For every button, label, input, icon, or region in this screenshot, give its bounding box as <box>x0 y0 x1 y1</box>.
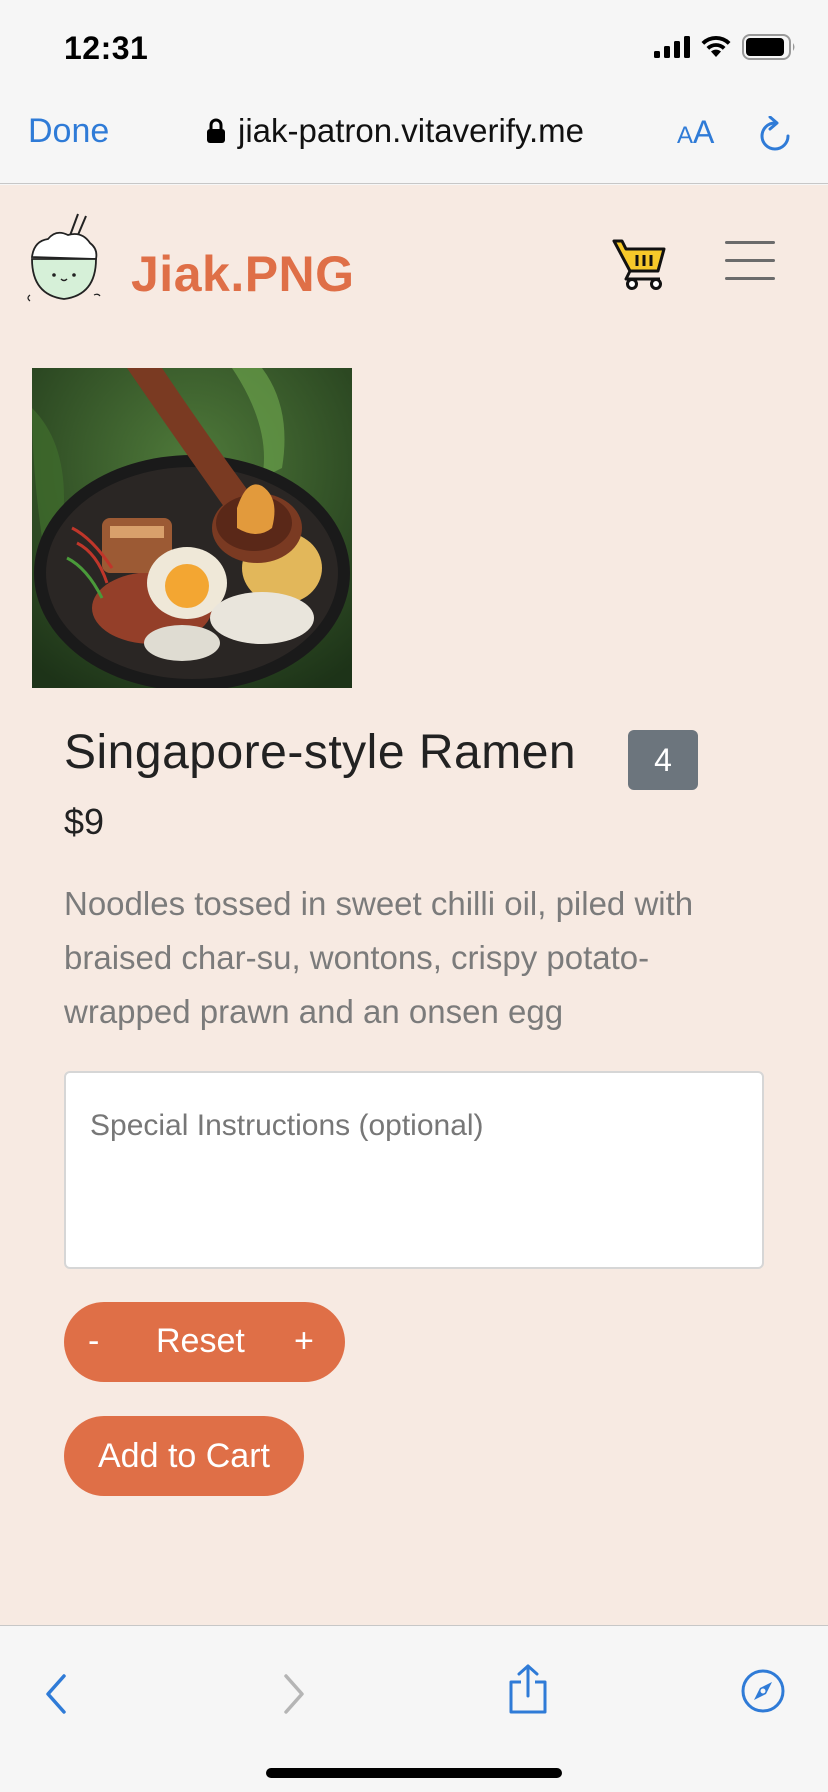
brand-name[interactable]: Jiak.PNG <box>131 245 355 303</box>
reset-button[interactable]: Reset <box>156 1322 245 1361</box>
battery-icon <box>742 34 795 60</box>
share-icon[interactable] <box>507 1664 549 1714</box>
add-to-cart-button[interactable]: Add to Cart <box>64 1416 304 1496</box>
reload-icon[interactable] <box>758 116 792 154</box>
shopping-cart-icon[interactable] <box>612 237 668 291</box>
home-indicator <box>266 1768 562 1778</box>
url-field[interactable]: jiak-patron.vitaverify.me <box>206 112 584 150</box>
rice-bowl-logo-icon[interactable] <box>26 211 102 307</box>
status-bar: 12:31 <box>0 0 828 90</box>
lock-icon <box>207 118 225 143</box>
browser-toolbar <box>0 1625 828 1792</box>
ramen-photo <box>32 368 352 688</box>
forward-arrow-icon[interactable] <box>282 1674 306 1714</box>
increment-button[interactable]: + <box>294 1322 314 1361</box>
back-arrow-icon[interactable] <box>44 1674 68 1714</box>
status-icons <box>654 34 796 60</box>
text-size-small-a: A <box>677 122 694 149</box>
decrement-button[interactable]: - <box>88 1322 99 1361</box>
special-instructions-field[interactable] <box>64 1071 764 1269</box>
text-size-large-a: A <box>693 114 715 150</box>
dish-description: Noodles tossed in sweet chilli oil, pile… <box>64 885 694 1030</box>
wifi-icon <box>701 35 731 57</box>
cellular-signal-icon <box>654 36 690 58</box>
browser-address-bar: Done jiak-patron.vitaverify.me AA AA <box>0 90 828 184</box>
text-size-button[interactable]: AA AA <box>677 114 714 151</box>
hamburger-menu-icon[interactable] <box>725 241 775 281</box>
done-button[interactable]: Done <box>28 112 109 151</box>
dish-price: $9 <box>64 801 105 842</box>
url-text: jiak-patron.vitaverify.me <box>238 112 585 149</box>
page-content: Jiak.PNG Singapore-style Ramen 4 $9 Nood… <box>0 185 828 1625</box>
quantity-stepper: - Reset + <box>64 1302 345 1382</box>
quantity-badge: 4 <box>628 730 698 790</box>
compass-icon[interactable] <box>740 1668 786 1714</box>
status-time: 12:31 <box>64 30 149 66</box>
dish-title: Singapore-style Ramen <box>64 726 577 779</box>
